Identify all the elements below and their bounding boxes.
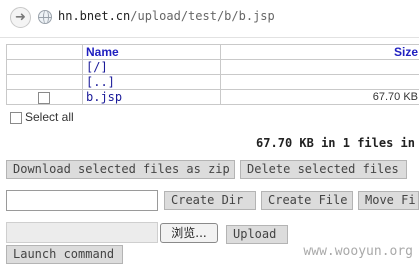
file-size: 67.70 KB bbox=[220, 89, 419, 105]
download-zip-button[interactable]: Download selected files as zip bbox=[6, 160, 235, 179]
url-text[interactable]: hn.bnet.cn/upload/test/b/b.jsp bbox=[58, 9, 275, 23]
upload-button[interactable]: Upload bbox=[226, 225, 288, 244]
watermark: www.wooyun.org bbox=[303, 244, 413, 259]
address-bar[interactable]: ➜ hn.bnet.cn/upload/test/b/b.jsp bbox=[0, 0, 419, 38]
header-name[interactable]: Name bbox=[82, 44, 221, 60]
launch-command-button[interactable]: Launch command bbox=[6, 245, 123, 264]
row-size bbox=[220, 74, 419, 90]
file-link[interactable]: b.jsp bbox=[82, 89, 221, 105]
files-summary: 67.70 KB in 1 files in bbox=[256, 136, 415, 150]
file-path-field[interactable] bbox=[6, 222, 158, 243]
row-size bbox=[220, 59, 419, 75]
arrow-icon[interactable]: ➜ bbox=[10, 7, 31, 28]
row-checkbox-cell bbox=[6, 89, 83, 105]
create-dir-button[interactable]: Create Dir bbox=[164, 191, 256, 210]
url-path: /upload/test/b/b.jsp bbox=[130, 9, 275, 23]
table-row: [..] bbox=[6, 74, 419, 90]
file-table: Name Size [/] [..] b.jsp 67.70 KB bbox=[6, 44, 419, 105]
table-row: b.jsp 67.70 KB bbox=[6, 89, 419, 105]
move-file-button[interactable]: Move Fi bbox=[358, 191, 419, 210]
row-checkbox-cell bbox=[6, 59, 83, 75]
select-all[interactable]: Select all bbox=[10, 110, 74, 124]
select-all-label: Select all bbox=[25, 110, 74, 124]
row-checkbox-cell bbox=[6, 74, 83, 90]
header-checkbox-col bbox=[6, 44, 83, 60]
globe-icon bbox=[38, 10, 52, 24]
dir-parent-link[interactable]: [..] bbox=[82, 74, 221, 90]
table-row: [/] bbox=[6, 59, 419, 75]
browse-button[interactable]: 浏览... bbox=[160, 223, 218, 243]
table-header-row: Name Size bbox=[6, 44, 419, 60]
delete-selected-button[interactable]: Delete selected files bbox=[240, 160, 407, 179]
select-all-checkbox[interactable] bbox=[10, 111, 22, 124]
url-host: hn.bnet.cn bbox=[58, 9, 131, 23]
file-checkbox[interactable] bbox=[38, 91, 50, 104]
header-size[interactable]: Size bbox=[220, 44, 419, 60]
dir-root-link[interactable]: [/] bbox=[82, 59, 221, 75]
create-file-button[interactable]: Create File bbox=[261, 191, 353, 210]
name-input[interactable] bbox=[6, 190, 158, 211]
